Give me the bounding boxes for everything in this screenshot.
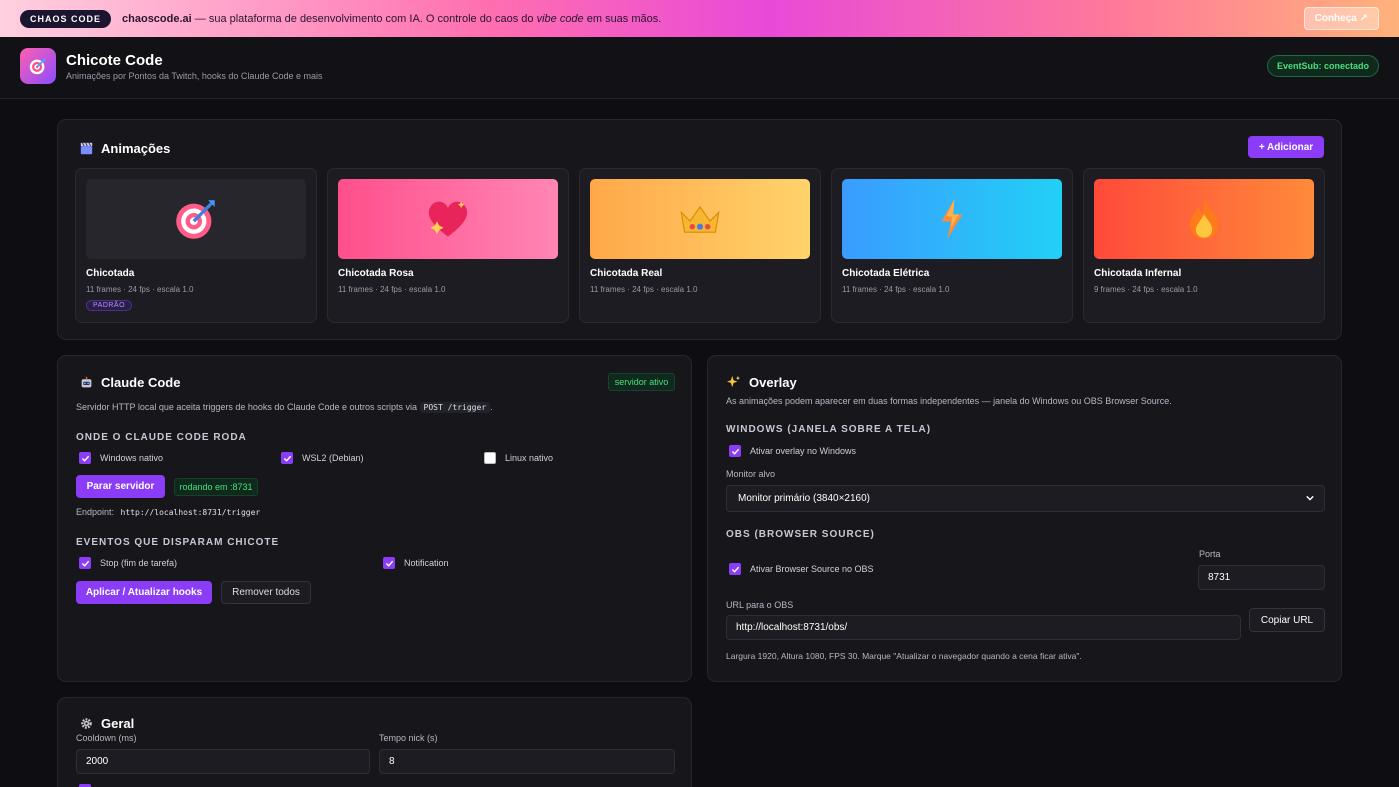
windows-overlay-checkbox[interactable]: Ativar overlay no Windows: [729, 445, 856, 457]
copy-url-button[interactable]: Copiar URL: [1249, 608, 1325, 632]
stop-server-button[interactable]: Parar servidor: [76, 475, 165, 498]
event-notification-checkbox[interactable]: Notification: [383, 557, 449, 569]
lightning-icon: [941, 199, 963, 239]
animation-thumbnail: [1094, 179, 1314, 259]
animation-tile-infernal[interactable]: Chicotada Infernal 9 frames · 24 fps · e…: [1083, 168, 1325, 323]
obs-url-input[interactable]: http://localhost:8731/obs/: [726, 615, 1241, 640]
checkbox-checked-icon: [79, 557, 91, 569]
claude-description: Servidor HTTP local que aceita triggers …: [76, 402, 493, 413]
claude-code-title: Claude Code: [78, 374, 180, 390]
animation-thumbnail: [590, 179, 810, 259]
remove-all-button[interactable]: Remover todos: [221, 581, 311, 604]
animation-thumbnail: [86, 179, 306, 259]
checkbox-checked-icon: [281, 452, 293, 464]
app-subtitle: Animações por Pontos da Twitch, hooks do…: [66, 71, 323, 81]
monitor-select[interactable]: Monitor primário (3840×2160): [726, 485, 1325, 512]
port-label: Porta: [1199, 549, 1221, 559]
general-panel: Geral Cooldown (ms) 2000 Tempo nick (s) …: [57, 697, 692, 787]
checkbox-checked-icon: [79, 452, 91, 464]
port-input[interactable]: 8731: [1198, 565, 1325, 590]
env-linux-checkbox[interactable]: Linux nativo: [484, 452, 553, 464]
checkbox-unchecked-icon: [484, 452, 496, 464]
nick-time-input[interactable]: 8: [379, 749, 675, 774]
promo-text: chaoscode.ai — sua plataforma de desenvo…: [122, 12, 662, 25]
animations-panel: Animações + Adicionar Chicotada 11 frame…: [57, 119, 1342, 340]
checkbox-checked-icon: [383, 557, 395, 569]
clapper-icon: [78, 140, 94, 156]
gear-icon: [78, 715, 94, 731]
animation-name: Chicotada Elétrica: [842, 268, 930, 279]
fire-icon: [1190, 199, 1218, 239]
endpoint-line: Endpoint: http://localhost:8731/trigger: [76, 507, 264, 517]
sparkles-icon: [726, 374, 742, 390]
nick-time-label: Tempo nick (s): [379, 733, 438, 743]
target-icon: [29, 58, 46, 75]
animations-title: Animações: [78, 140, 170, 156]
app-title: Chicote Code: [66, 52, 163, 69]
checkbox-checked-icon: [729, 563, 741, 575]
events-label: EVENTOS QUE DISPARAM CHICOTE: [76, 537, 280, 548]
overlay-title: Overlay: [726, 374, 797, 390]
cooldown-label: Cooldown (ms): [76, 733, 137, 743]
promo-learn-more-button[interactable]: Conheça ↗: [1303, 7, 1379, 30]
add-animation-button[interactable]: + Adicionar: [1248, 136, 1324, 158]
animation-tile-eletrica[interactable]: Chicotada Elétrica 11 frames · 24 fps · …: [831, 168, 1073, 323]
animation-meta: 11 frames · 24 fps · escala 1.0: [842, 285, 950, 294]
promo-bar: CHAOS CODE chaoscode.ai — sua plataforma…: [0, 0, 1399, 37]
promo-site: chaoscode.ai: [122, 12, 192, 25]
checkbox-checked-icon: [729, 445, 741, 457]
url-label: URL para o OBS: [726, 600, 794, 610]
server-status-badge: servidor ativo: [608, 373, 675, 391]
animation-name: Chicotada: [86, 268, 135, 279]
eventsub-status-badge: EventSub: conectado: [1266, 55, 1379, 77]
animation-thumbnail: [338, 179, 558, 259]
chevron-down-icon: [1306, 494, 1314, 505]
overlay-description: As animações podem aparecer em duas form…: [726, 396, 1172, 406]
endpoint-url: http://localhost:8731/trigger: [120, 508, 261, 517]
windows-section-label: WINDOWS (JANELA SOBRE A TELA): [726, 424, 932, 435]
apply-hooks-button[interactable]: Aplicar / Atualizar hooks: [76, 581, 212, 604]
animation-meta: 11 frames · 24 fps · escala 1.0: [86, 285, 194, 294]
animation-meta: 11 frames · 24 fps · escala 1.0: [338, 285, 446, 294]
app-logo: [20, 48, 56, 84]
running-port-badge: rodando em :8731: [174, 478, 258, 496]
animation-tile-chicotada[interactable]: Chicotada 11 frames · 24 fps · escala 1.…: [75, 168, 317, 323]
obs-source-checkbox[interactable]: Ativar Browser Source no OBS: [729, 563, 874, 575]
animation-name: Chicotada Real: [590, 268, 663, 279]
animation-name: Chicotada Rosa: [338, 268, 414, 279]
overlay-panel: Overlay As animações podem aparecer em d…: [707, 355, 1342, 682]
animation-meta: 9 frames · 24 fps · escala 1.0: [1094, 285, 1198, 294]
animation-tile-rosa[interactable]: Chicotada Rosa 11 frames · 24 fps · esca…: [327, 168, 569, 323]
obs-note: Largura 1920, Altura 1080, FPS 30. Marqu…: [726, 651, 1082, 661]
animation-name: Chicotada Infernal: [1094, 268, 1182, 279]
cooldown-input[interactable]: 2000: [76, 749, 370, 774]
app-header: Chicote Code Animações por Pontos da Twi…: [0, 37, 1399, 99]
promo-badge: CHAOS CODE: [20, 9, 112, 28]
obs-section-label: OBS (BROWSER SOURCE): [726, 529, 875, 540]
env-wsl2-checkbox[interactable]: WSL2 (Debian): [281, 452, 364, 464]
crown-icon: [680, 205, 720, 233]
robot-icon: [78, 374, 94, 390]
event-stop-checkbox[interactable]: Stop (fim de tarefa): [79, 557, 177, 569]
env-windows-checkbox[interactable]: Windows nativo: [79, 452, 163, 464]
where-runs-label: ONDE O CLAUDE CODE RODA: [76, 432, 247, 443]
animation-thumbnail: [842, 179, 1062, 259]
animation-meta: 11 frames · 24 fps · escala 1.0: [590, 285, 698, 294]
default-badge: PADRÃO: [86, 300, 133, 311]
monitor-label: Monitor alvo: [726, 469, 776, 479]
claude-code-panel: Claude Code servidor ativo Servidor HTTP…: [57, 355, 692, 682]
general-title: Geral: [78, 715, 134, 731]
target-icon: [176, 200, 215, 239]
animation-tile-real[interactable]: Chicotada Real 11 frames · 24 fps · esca…: [579, 168, 821, 323]
heart-icon: [428, 201, 468, 237]
